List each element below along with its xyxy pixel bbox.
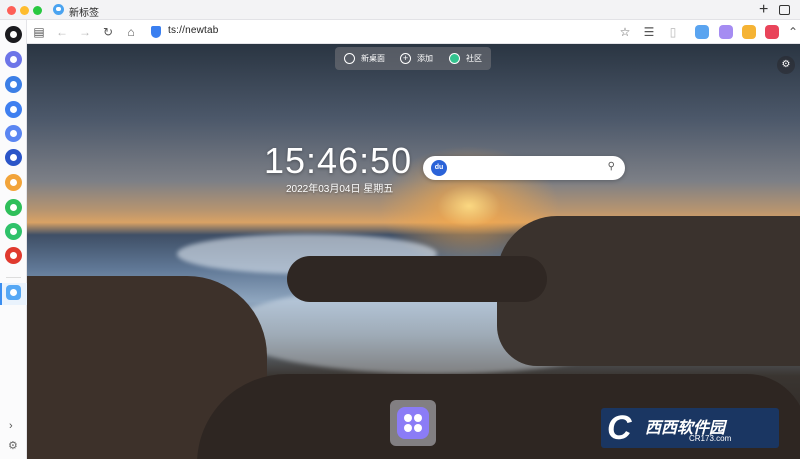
sidebar-app-qq-icon[interactable]: [5, 26, 22, 43]
security-shield-icon[interactable]: [151, 26, 161, 38]
extension-lock-icon[interactable]: [719, 25, 733, 39]
home-button[interactable]: ⌂: [123, 24, 139, 40]
tab-title[interactable]: 新标签: [69, 4, 99, 19]
search-icon[interactable]: ⚲: [608, 161, 615, 172]
title-bar: 新标签 +: [0, 0, 800, 20]
sidebar-app-power-icon[interactable]: [5, 247, 22, 264]
reload-button[interactable]: ↻: [100, 24, 116, 40]
navigation-bar: ▤ ← → ↻ ⌂ ts://newtab ☆ ☰ ▯ ⌃: [27, 20, 800, 44]
search-input[interactable]: [453, 160, 593, 176]
sidebar-app-folder-icon[interactable]: [5, 199, 22, 216]
sidebar-app-clock-icon[interactable]: [5, 174, 22, 191]
sidebar-app-wechat-icon[interactable]: [5, 76, 22, 93]
add-button[interactable]: + 添加: [400, 47, 433, 70]
split-view-icon[interactable]: ☰: [641, 24, 657, 40]
search-box[interactable]: du ⚲: [423, 156, 625, 180]
tab-favicon-icon: [53, 4, 64, 15]
new-desktop-label: 新桌面: [361, 54, 385, 63]
sidebar-app-circle-icon[interactable]: [5, 149, 22, 166]
sidebar-settings-gear-icon[interactable]: ⚙: [8, 439, 18, 452]
extension-camera-icon[interactable]: [742, 25, 756, 39]
forward-button[interactable]: →: [77, 24, 93, 40]
community-label: 社区: [466, 54, 482, 63]
lightbulb-icon: [344, 53, 355, 64]
sidebar-expand-chevron-icon[interactable]: ›: [9, 420, 13, 432]
new-desktop-button[interactable]: 新桌面: [344, 47, 385, 70]
watermark-logo: C 西西软件园 CR173.com: [601, 408, 779, 448]
rock-middle: [287, 256, 547, 302]
extension-screen-icon[interactable]: [765, 25, 779, 39]
close-window-button[interactable]: [7, 6, 16, 15]
sidebar-divider: [6, 277, 21, 278]
sidebar-app-shield-icon[interactable]: [5, 223, 22, 240]
sidebar-toggle-icon[interactable]: ▤: [31, 24, 47, 40]
window-list-icon[interactable]: [779, 5, 790, 15]
top-menu: 新桌面 + 添加 社区: [335, 47, 491, 70]
new-tab-page: 新桌面 + 添加 社区 ⚙ 15:46:50 2022年03月04日 星期五 d…: [27, 44, 800, 459]
mobile-view-icon[interactable]: ▯: [665, 24, 681, 40]
new-tab-button[interactable]: +: [759, 2, 768, 18]
sidebar-app-chart-icon[interactable]: [5, 51, 22, 68]
watermark-c-glyph: C: [607, 409, 632, 447]
clock-time: 15:46:50: [264, 140, 413, 181]
add-label: 添加: [417, 54, 433, 63]
sidebar-item-active[interactable]: [0, 283, 27, 305]
extension-edit-icon[interactable]: [695, 25, 709, 39]
back-button[interactable]: ←: [54, 24, 70, 40]
sidebar-app-assistant-icon[interactable]: [6, 285, 21, 300]
baidu-engine-icon[interactable]: du: [431, 160, 447, 176]
app-dock: [390, 400, 436, 446]
clock-date: 2022年03月04日 星期五: [286, 184, 394, 195]
plus-circle-icon: +: [400, 53, 411, 64]
address-input[interactable]: ts://newtab: [168, 25, 219, 36]
maximize-window-button[interactable]: [33, 6, 42, 15]
sidebar: › ⚙: [0, 20, 27, 459]
community-icon: [449, 53, 460, 64]
watermark-sub-text: CR173.com: [689, 434, 732, 443]
more-extensions-icon[interactable]: ⌃: [785, 24, 800, 40]
bookmark-star-icon[interactable]: ☆: [617, 24, 633, 40]
page-settings-gear-icon[interactable]: ⚙: [777, 56, 795, 74]
sidebar-app-chat-icon[interactable]: [5, 101, 22, 118]
minimize-window-button[interactable]: [20, 6, 29, 15]
app-center-icon[interactable]: [397, 407, 429, 439]
community-button[interactable]: 社区: [449, 47, 482, 70]
sidebar-app-grid-icon[interactable]: [5, 125, 22, 142]
